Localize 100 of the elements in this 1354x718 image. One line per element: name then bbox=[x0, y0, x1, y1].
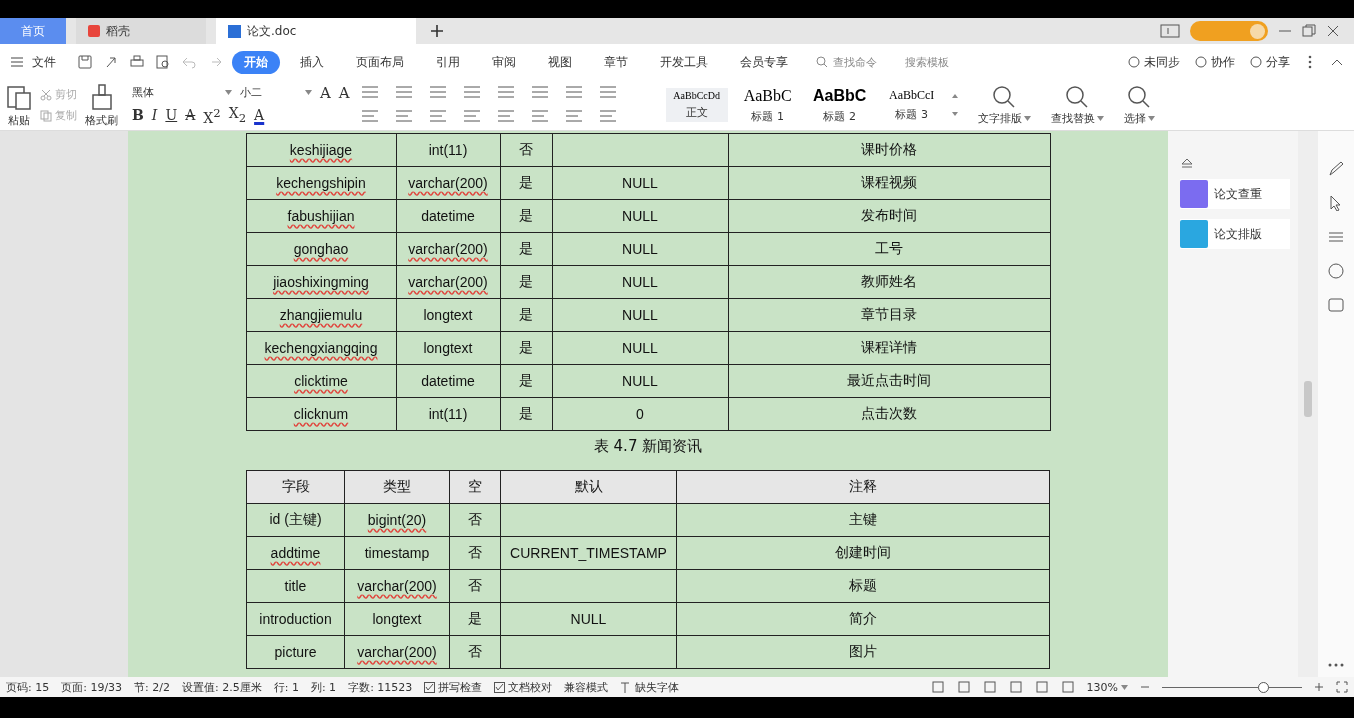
copy-icon bbox=[40, 109, 52, 122]
table-cell: 是 bbox=[500, 331, 552, 365]
format-painter-button[interactable]: 格式刷 bbox=[85, 82, 118, 128]
table-cell: addtime bbox=[246, 536, 345, 570]
zoom-in-icon[interactable] bbox=[1314, 682, 1324, 692]
table-cell: keshijiage bbox=[246, 133, 396, 167]
table-cell: varchar(200) bbox=[344, 635, 450, 669]
caret-icon bbox=[225, 90, 232, 96]
side-panel-button[interactable]: 论文排版 bbox=[1180, 219, 1290, 249]
format-button[interactable]: A bbox=[185, 107, 196, 123]
table-cell: longtext bbox=[396, 331, 500, 365]
format-button[interactable]: I bbox=[151, 107, 158, 123]
toolbar-action[interactable]: 未同步 bbox=[1127, 53, 1180, 71]
table-cell: longtext bbox=[344, 602, 450, 636]
toolbar-action[interactable]: 分享 bbox=[1249, 53, 1290, 71]
ribbon-tool-button[interactable]: 查找替换 bbox=[1050, 84, 1104, 126]
more-icon[interactable] bbox=[1308, 55, 1312, 69]
table-cell: 发布时间 bbox=[728, 199, 1050, 233]
more-icon[interactable] bbox=[1328, 663, 1344, 667]
status-button[interactable]: 兼容模式 bbox=[564, 679, 609, 695]
table-cell: gonghao bbox=[246, 232, 396, 266]
restore-icon[interactable] bbox=[1302, 24, 1316, 38]
status-item: 页码: 15 bbox=[6, 679, 50, 695]
status-item: 列: 1 bbox=[310, 679, 337, 695]
docer-logo-icon bbox=[88, 25, 100, 37]
table-cell: 否 bbox=[500, 133, 552, 167]
ribbon-tab[interactable]: 审阅 bbox=[480, 50, 528, 74]
document-tab[interactable]: 论文.doc bbox=[216, 18, 416, 44]
table-cell: longtext bbox=[396, 298, 500, 332]
close-icon[interactable] bbox=[1326, 24, 1340, 38]
table-cell: NULL bbox=[500, 602, 677, 636]
format-button[interactable]: X$^{2}$ bbox=[203, 104, 221, 126]
table-cell: 课程视频 bbox=[728, 166, 1050, 200]
print-icon[interactable] bbox=[130, 55, 144, 69]
document-icon bbox=[1180, 220, 1208, 248]
column-header: 字段 bbox=[246, 470, 345, 504]
status-item: 设置值: 2.5厘米 bbox=[182, 679, 262, 695]
format-button[interactable]: A bbox=[254, 107, 265, 123]
pin-icon[interactable] bbox=[1180, 157, 1194, 169]
ribbon-tab[interactable]: 开始 bbox=[232, 50, 280, 74]
ribbon-tab[interactable]: 页面布局 bbox=[344, 50, 416, 74]
format-button[interactable]: U bbox=[165, 107, 178, 123]
save-icon[interactable] bbox=[78, 55, 92, 69]
ribbon-tool-button[interactable]: 文字排版 bbox=[977, 84, 1031, 126]
zoom-dropdown[interactable]: 130% bbox=[1086, 680, 1128, 694]
table-cell: NULL bbox=[552, 232, 728, 266]
table-cell: 是 bbox=[500, 364, 552, 398]
column-header: 默认 bbox=[500, 470, 677, 504]
table-cell: NULL bbox=[552, 331, 728, 365]
shrink-font-button[interactable]: A bbox=[338, 84, 350, 101]
status-button[interactable]: 拼写检查 bbox=[424, 679, 483, 695]
scrollbar[interactable] bbox=[1298, 131, 1318, 677]
ribbon-tab[interactable]: 会员专享 bbox=[728, 50, 800, 74]
table-cell: 否 bbox=[449, 569, 501, 603]
table-cell: NULL bbox=[552, 199, 728, 233]
toolbar-action[interactable]: 协作 bbox=[1194, 53, 1235, 71]
style-preset[interactable]: AaBbC 标题 2 bbox=[807, 84, 872, 126]
new-tab-icon[interactable] bbox=[430, 24, 444, 38]
status-button[interactable]: 缺失字体 bbox=[620, 679, 680, 695]
format-button[interactable]: X$_{2}$ bbox=[228, 104, 247, 126]
side-panel-button[interactable]: 论文查重 bbox=[1180, 179, 1290, 209]
column-header: 空 bbox=[449, 470, 501, 504]
ribbon-tab[interactable]: 开发工具 bbox=[648, 50, 720, 74]
sliders-icon[interactable] bbox=[1328, 229, 1344, 245]
export-icon[interactable] bbox=[104, 55, 118, 69]
style-preset[interactable]: AaBbCcI 标题 3 bbox=[879, 86, 944, 124]
table-cell: 否 bbox=[449, 536, 501, 570]
format-button[interactable]: B bbox=[132, 107, 144, 123]
font-size-dropdown[interactable]: 小二 bbox=[240, 85, 312, 101]
table-cell: id (主键) bbox=[246, 503, 345, 537]
undo-icon[interactable] bbox=[182, 55, 196, 69]
caret-icon bbox=[1023, 115, 1031, 121]
template-search-link[interactable]: 搜索模板 bbox=[905, 54, 949, 70]
table-cell: int(11) bbox=[396, 133, 500, 167]
paste-button[interactable]: 粘贴 bbox=[6, 82, 32, 128]
fullscreen-icon[interactable] bbox=[1336, 681, 1348, 693]
status-button[interactable]: 文档校对 bbox=[494, 679, 553, 695]
ribbon-tab[interactable]: 插入 bbox=[288, 50, 336, 74]
ribbon-tab[interactable]: 章节 bbox=[592, 50, 640, 74]
style-preset[interactable]: AaBbC 标题 1 bbox=[735, 84, 800, 126]
file-menu[interactable]: 文件 bbox=[32, 53, 56, 71]
menu-icon[interactable] bbox=[10, 56, 24, 68]
table-cell: 是 bbox=[500, 232, 552, 266]
ribbon-tool-button[interactable]: 选择 bbox=[1123, 84, 1155, 126]
preview-icon[interactable] bbox=[156, 55, 170, 69]
grow-font-button[interactable]: A bbox=[320, 84, 331, 101]
table-cell: 创建时间 bbox=[676, 536, 1050, 570]
document-tab[interactable]: 稻壳 bbox=[76, 18, 206, 44]
table-cell: 是 bbox=[500, 298, 552, 332]
font-dropdown[interactable]: 黑体 bbox=[132, 85, 232, 101]
table-cell: 是 bbox=[449, 602, 501, 636]
table-caption: 表 4.7 新闻资讯 bbox=[593, 437, 703, 456]
table-cell: datetime bbox=[396, 364, 500, 398]
ribbon-tab[interactable]: 视图 bbox=[536, 50, 584, 74]
scroll-arrows-icon[interactable] bbox=[951, 93, 958, 117]
command-search-field[interactable]: 查找命令 bbox=[816, 54, 897, 70]
ribbon-tab[interactable]: 引用 bbox=[424, 50, 472, 74]
style-preset[interactable]: AaBbCcDd 正文 bbox=[665, 88, 728, 122]
screen-icon[interactable] bbox=[1160, 23, 1180, 39]
scissors-icon bbox=[40, 88, 52, 101]
